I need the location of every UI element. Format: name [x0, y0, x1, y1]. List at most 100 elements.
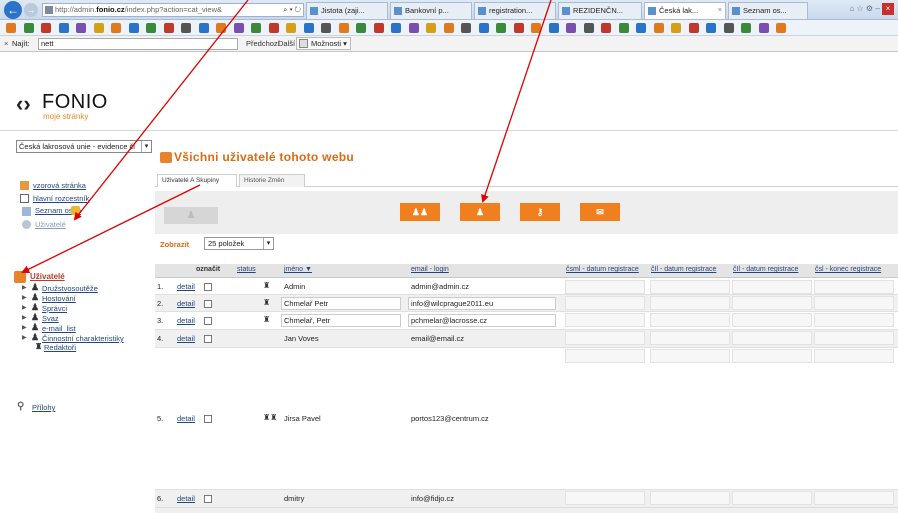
browser-tab[interactable]: Seznam os... — [728, 2, 808, 19]
horizontal-scrollbar[interactable] — [155, 507, 898, 513]
sidebar-link-main-hub[interactable]: hlavní rozcestník — [33, 194, 89, 203]
row-detail-link[interactable]: detail — [177, 282, 195, 291]
site-select[interactable]: Česká lakrosová unie - evidence čl ▾ — [16, 140, 152, 153]
tab-close-icon[interactable]: × — [718, 3, 722, 19]
toolbar-button-icon[interactable] — [163, 23, 174, 33]
toolbar-button-icon[interactable] — [111, 23, 121, 33]
row-checkbox[interactable] — [204, 335, 212, 343]
find-close-icon[interactable]: × — [4, 36, 8, 51]
toolbar-button-icon[interactable] — [601, 23, 611, 33]
browser-tab[interactable]: Jistota (zaji... — [306, 2, 388, 19]
toolbar-button-icon[interactable] — [181, 23, 191, 33]
expand-arrow-icon[interactable]: ▶ — [22, 284, 27, 291]
toolbar-button-icon[interactable] — [76, 23, 86, 33]
toolbar-button-icon[interactable] — [356, 23, 366, 33]
items-per-page-select[interactable]: 25 položek ▾ — [204, 237, 274, 250]
column-header-registration-1[interactable]: čsml - datum registrace — [566, 266, 639, 273]
site-logo[interactable]: ‹› FONIO moje stránky — [16, 92, 136, 122]
add-user-button[interactable]: ♟ — [460, 203, 500, 221]
toolbar-button-icon[interactable] — [6, 23, 16, 33]
expand-arrow-icon[interactable]: ▶ — [22, 334, 27, 341]
toolbar-button-icon[interactable] — [636, 23, 646, 33]
forward-button[interactable]: → — [24, 3, 38, 17]
add-group-button[interactable]: ♟♟ — [400, 203, 440, 221]
expand-arrow-icon[interactable]: ▶ — [22, 324, 27, 331]
toolbar-button-icon[interactable] — [723, 23, 734, 33]
row-checkbox[interactable] — [204, 317, 212, 325]
column-header-name[interactable]: jméno ▼ — [284, 266, 312, 273]
address-bar[interactable]: http://admin.fonio.cz/index.php?action=c… — [42, 3, 304, 17]
column-header-status[interactable]: status — [237, 266, 256, 273]
expand-arrow-icon[interactable]: ▶ — [22, 304, 27, 311]
toolbar-button-icon[interactable] — [461, 23, 471, 33]
tree-item-admins[interactable]: Správci — [42, 304, 67, 313]
tree-item-union[interactable]: Svaz — [42, 314, 59, 323]
toolbar-button-icon[interactable] — [251, 23, 261, 33]
toolbar-button-icon[interactable] — [233, 23, 244, 33]
row-detail-link[interactable]: detail — [177, 414, 195, 423]
row-detail-link[interactable]: detail — [177, 316, 195, 325]
browser-tab-active[interactable]: Česká lak... × — [644, 2, 726, 19]
toolbar-button-icon[interactable] — [758, 23, 769, 33]
tree-item-email-list[interactable]: e-mail_list — [42, 324, 76, 333]
toolbar-button-icon[interactable] — [653, 23, 664, 33]
column-header-registration-end[interactable]: čsl - konec registrace — [815, 266, 881, 273]
browser-tab[interactable]: REZIDENČN... — [558, 2, 642, 19]
tree-item-editors[interactable]: Redaktoři — [44, 343, 76, 352]
row-checkbox[interactable] — [204, 415, 212, 423]
toolbar-button-icon[interactable] — [286, 23, 296, 33]
tab-users-groups[interactable]: Uživatelé A Skupiny — [157, 174, 237, 187]
row-detail-link[interactable]: detail — [177, 299, 195, 308]
toolbar-button-icon[interactable] — [128, 23, 139, 33]
users-heading[interactable]: Uživatelé — [30, 272, 65, 281]
toolbar-button-icon[interactable] — [408, 23, 419, 33]
sidebar-link-attachments[interactable]: Přílohy — [32, 403, 55, 412]
address-controls[interactable]: ⌕ ▾ ↻ — [283, 4, 301, 16]
toolbar-button-icon[interactable] — [373, 23, 384, 33]
find-next-button[interactable]: Další — [278, 36, 295, 51]
toolbar-button-icon[interactable] — [671, 23, 681, 33]
row-checkbox[interactable] — [204, 495, 212, 503]
toolbar-button-icon[interactable] — [618, 23, 629, 33]
toolbar-button-icon[interactable] — [548, 23, 559, 33]
toolbar-button-icon[interactable] — [496, 23, 506, 33]
tree-item-activity-characteristics[interactable]: Činnostní charakteristiky — [42, 334, 124, 343]
toolbar-button-icon[interactable] — [688, 23, 699, 33]
send-email-button[interactable]: ✉ — [580, 203, 620, 221]
row-checkbox[interactable] — [204, 299, 212, 308]
column-header-registration-3[interactable]: čIl - datum registrace — [733, 266, 798, 273]
password-button[interactable]: ⚷ — [520, 203, 560, 221]
row-detail-link[interactable]: detail — [177, 494, 195, 503]
toolbar-button-icon[interactable] — [23, 23, 34, 33]
toolbar-button-icon[interactable] — [478, 23, 489, 33]
find-options-button[interactable]: Možnosti ▾ — [296, 37, 351, 50]
browser-tab[interactable]: Bankovní p... — [390, 2, 472, 19]
toolbar-button-icon[interactable] — [321, 23, 331, 33]
toolbar-button-icon[interactable] — [443, 23, 454, 33]
row-detail-link[interactable]: detail — [177, 334, 195, 343]
toolbar-button-icon[interactable] — [741, 23, 751, 33]
toolbar-button-icon[interactable] — [566, 23, 576, 33]
sidebar-link-users[interactable]: Uživatelé — [35, 220, 66, 229]
toolbar-button-icon[interactable] — [216, 23, 226, 33]
toolbar-button-icon[interactable] — [93, 23, 104, 33]
browser-toolbar-icons[interactable]: ⌂ ☆ ⚙ – — [849, 4, 879, 13]
back-button[interactable]: ← — [4, 1, 22, 19]
toolbar-button-icon[interactable] — [706, 23, 716, 33]
sidebar-link-sample-page[interactable]: vzorová stránka — [33, 181, 86, 190]
toolbar-button-icon[interactable] — [303, 23, 314, 33]
toolbar-button-icon[interactable] — [583, 23, 594, 33]
expand-arrow-icon[interactable]: ▶ — [22, 294, 27, 301]
expand-arrow-icon[interactable]: ▶ — [22, 314, 27, 321]
row-checkbox[interactable] — [204, 283, 212, 291]
column-header-registration-2[interactable]: čIl - datum registrace — [651, 266, 716, 273]
toolbar-button-icon[interactable] — [41, 23, 51, 33]
toolbar-button-icon[interactable] — [58, 23, 69, 33]
find-previous-button[interactable]: Předchozí — [246, 36, 280, 51]
tree-item-hosting[interactable]: Hostování — [42, 294, 76, 303]
toolbar-button-icon[interactable] — [198, 23, 209, 33]
toolbar-button-icon[interactable] — [146, 23, 156, 33]
toolbar-button-icon[interactable] — [531, 23, 541, 33]
tab-history[interactable]: Historie Změn — [239, 174, 305, 187]
tree-item-competitions[interactable]: Družstvosoutěže — [42, 284, 98, 293]
